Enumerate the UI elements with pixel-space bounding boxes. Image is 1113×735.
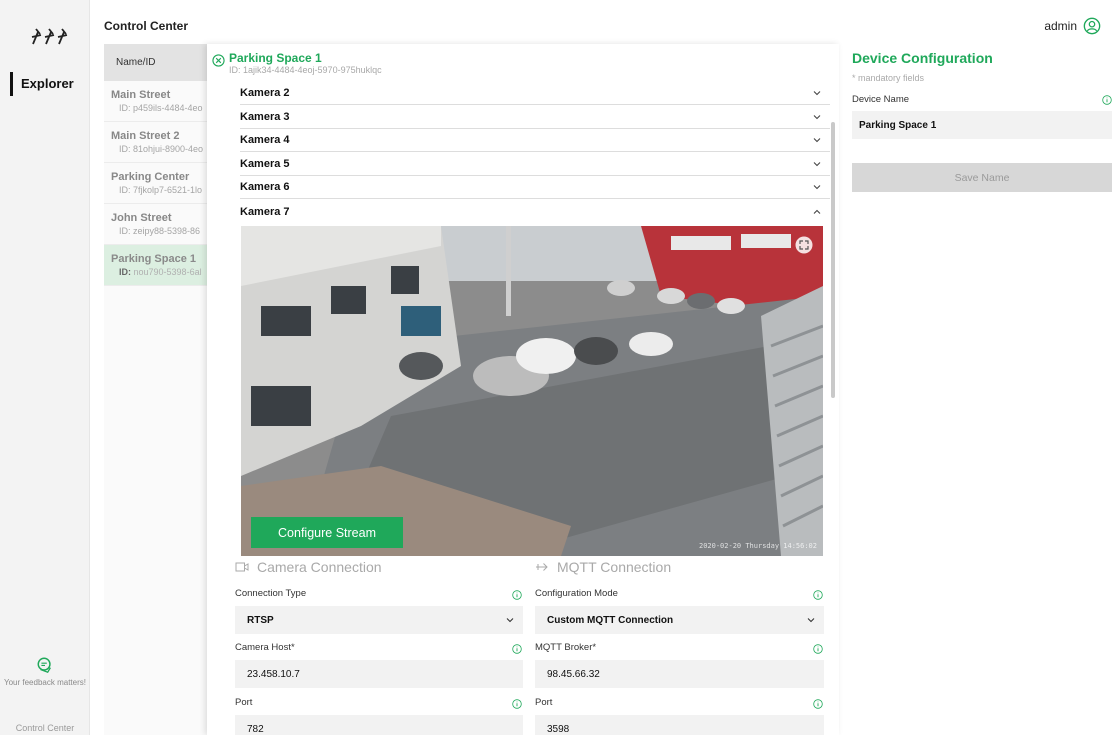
section-title-text: Camera Connection <box>257 559 382 575</box>
accordion-kamera-2[interactable]: Kamera 2 <box>240 82 830 105</box>
user-name: admin <box>1044 19 1077 33</box>
list-item-name: John Street <box>111 212 172 224</box>
accordion-kamera-4[interactable]: Kamera 4 <box>240 129 830 152</box>
list-column-header[interactable]: Name/ID <box>104 44 208 81</box>
connection-type-value: RTSP <box>247 614 274 626</box>
info-icon[interactable] <box>512 644 522 654</box>
camera-icon <box>235 562 249 572</box>
list-item-id-value: nou790-5398-6al <box>133 267 202 277</box>
accordion-label: Kamera 5 <box>240 158 290 170</box>
accordion-label: Kamera 7 <box>240 205 290 218</box>
mqtt-connection-title: MQTT Connection <box>535 559 671 575</box>
list-item-id: ID: 7fjkolp7-6521-1lo <box>119 185 203 195</box>
accordion-kamera-7[interactable]: Kamera 7 <box>240 200 830 223</box>
list-item[interactable]: Main Street 2 ID: 81ohjui-8900-4eo <box>104 122 208 163</box>
list-item[interactable]: Main Street ID: p459ils-4484-4eo <box>104 81 208 122</box>
mqtt-port-input[interactable]: 3598 <box>535 715 824 735</box>
detail-panel: Parking Space 1 ID: 1ajik34-4484-4eoj-59… <box>207 44 839 735</box>
fullscreen-icon[interactable] <box>795 236 813 254</box>
accordion-kamera-3[interactable]: Kamera 3 <box>240 106 830 129</box>
left-rail: Explorer Your feedback matters! Control … <box>0 0 90 735</box>
list-item-id-prefix: ID: <box>119 267 131 277</box>
info-icon[interactable] <box>1102 94 1112 105</box>
list-item-id: ID: p459ils-4484-4eo <box>119 103 203 113</box>
chevron-down-icon <box>813 162 821 167</box>
configuration-mode-select[interactable]: Custom MQTT Connection <box>535 606 824 634</box>
camera-port-label: Port <box>235 697 253 708</box>
list-item-name: Main Street <box>111 89 171 101</box>
chevron-up-icon <box>813 209 821 214</box>
camera-image <box>241 226 823 556</box>
detail-title: Parking Space 1 <box>229 51 322 65</box>
camera-host-label: Camera Host* <box>235 642 295 653</box>
list-item-id: ID: 81ohjui-8900-4eo <box>119 144 204 154</box>
detail-id: ID: 1ajik34-4484-4eoj-5970-975huklqc <box>229 65 382 75</box>
mqtt-broker-input[interactable]: 98.45.66.32 <box>535 660 824 688</box>
info-icon[interactable] <box>813 644 823 654</box>
config-title: Device Configuration <box>852 50 993 66</box>
accordion-label: Kamera 2 <box>240 87 290 99</box>
configuration-mode-label: Configuration Mode <box>535 588 618 599</box>
accordion-kamera-5[interactable]: Kamera 5 <box>240 153 830 176</box>
list-item[interactable]: Parking Center ID: 7fjkolp7-6521-1lo <box>104 163 208 204</box>
info-icon[interactable] <box>813 590 823 600</box>
device-name-label: Device Name <box>852 94 910 105</box>
accordion-kamera-6[interactable]: Kamera 6 <box>240 176 830 199</box>
section-title-text: MQTT Connection <box>557 559 672 575</box>
device-name-label-row: Device Name <box>852 94 1112 105</box>
accordion-label: Kamera 4 <box>240 134 290 146</box>
feedback-button[interactable]: Your feedback matters! <box>0 656 90 688</box>
chevron-down-icon <box>813 138 821 143</box>
mqtt-broker-label: MQTT Broker* <box>535 642 597 653</box>
stream-timestamp: 2020-02-20 Thursday 14:56:02 <box>698 542 817 550</box>
list-item-selected[interactable]: Parking Space 1 ID: nou790-5398-6al <box>104 245 208 286</box>
camera-port-input[interactable]: 782 <box>235 715 523 735</box>
connection-type-select[interactable]: RTSP <box>235 606 523 634</box>
device-list: Name/ID Main Street ID: p459ils-4484-4eo… <box>104 44 208 735</box>
chevron-down-icon <box>813 185 821 190</box>
configure-stream-button[interactable]: Configure Stream <box>251 517 403 548</box>
list-item-id: ID: zeipy88-5398-86 <box>119 226 201 236</box>
info-icon[interactable] <box>813 699 823 709</box>
info-icon[interactable] <box>512 590 522 600</box>
camera-host-input[interactable]: 23.458.10.7 <box>235 660 523 688</box>
info-icon[interactable] <box>512 699 522 709</box>
nav-item-explorer[interactable]: Explorer <box>10 72 74 96</box>
list-item[interactable]: John Street ID: zeipy88-5398-86 <box>104 204 208 245</box>
chevron-down-icon <box>813 115 821 120</box>
user-avatar-icon <box>1083 17 1101 35</box>
chevron-down-icon <box>813 91 821 96</box>
list-item-name: Parking Center <box>111 171 190 183</box>
list-item-id: ID: nou790-5398-6al <box>111 267 208 277</box>
chevron-down-icon <box>506 618 514 623</box>
feedback-text: Your feedback matters! <box>4 678 86 687</box>
save-name-button[interactable]: Save Name <box>852 163 1112 192</box>
accordion-label: Kamera 3 <box>240 111 290 123</box>
camera-connection-title: Camera Connection <box>235 559 382 575</box>
rail-footer: Control Center <box>15 723 75 733</box>
list-item-name: Parking Space 1 <box>111 253 196 265</box>
camera-stream: 2020-02-20 Thursday 14:56:02 Configure S… <box>241 226 823 556</box>
close-icon[interactable] <box>212 54 225 67</box>
mandatory-fields-note: * mandatory fields <box>852 73 925 83</box>
chat-bubble-icon <box>37 657 51 674</box>
user-menu[interactable]: admin <box>1044 17 1101 35</box>
mqtt-port-label: Port <box>535 697 553 708</box>
device-configuration-panel: Device Configuration * mandatory fields … <box>852 44 1112 192</box>
chevron-down-icon <box>807 618 815 623</box>
configuration-mode-value: Custom MQTT Connection <box>547 614 674 626</box>
connection-type-label: Connection Type <box>235 588 307 599</box>
scrollbar[interactable] <box>831 122 835 398</box>
app-title: Control Center <box>104 19 188 33</box>
list-item-name: Main Street 2 <box>111 130 180 142</box>
accordion-label: Kamera 6 <box>240 181 290 193</box>
connection-arrow-icon <box>536 563 548 571</box>
logo-icon <box>31 28 68 45</box>
device-name-input[interactable]: Parking Space 1 <box>852 111 1112 139</box>
